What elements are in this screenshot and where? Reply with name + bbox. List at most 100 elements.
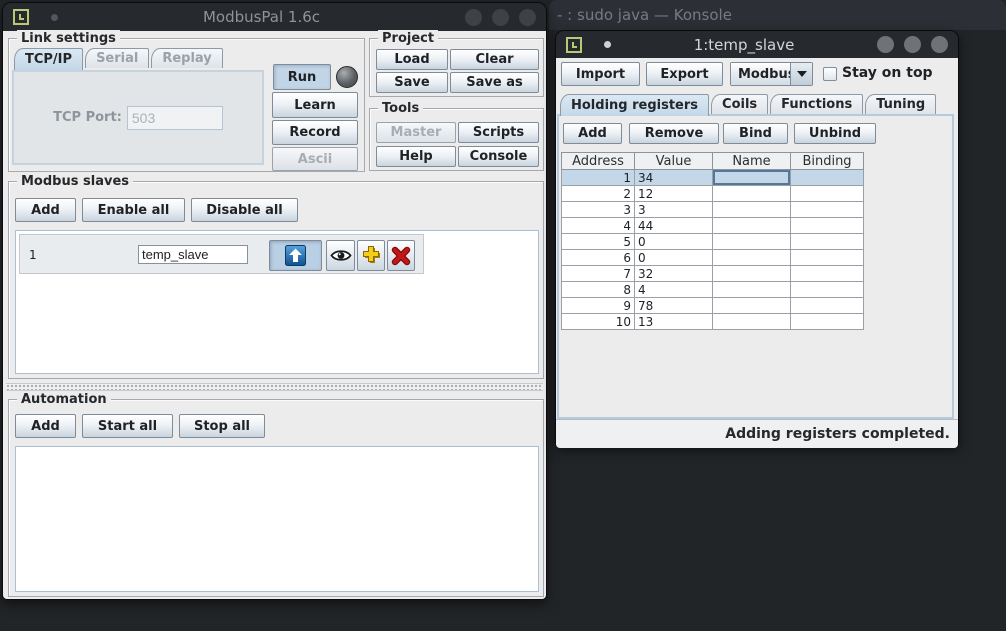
table-row[interactable]: 6 0: [562, 250, 864, 266]
cell-name[interactable]: [713, 234, 791, 250]
registers-table[interactable]: Address Value Name Binding 1 34: [561, 152, 864, 330]
close-button[interactable]: [931, 36, 948, 53]
table-row[interactable]: 9 78: [562, 298, 864, 314]
stay-on-top-checkbox[interactable]: [823, 67, 837, 81]
minimize-button[interactable]: [465, 9, 482, 26]
tab-functions[interactable]: Functions: [770, 94, 863, 114]
table-row[interactable]: 8 4: [562, 282, 864, 298]
cell-binding[interactable]: [791, 266, 864, 282]
add-register-button[interactable]: Add: [563, 123, 622, 144]
cell-address[interactable]: 5: [562, 234, 635, 250]
modbuspal-titlebar[interactable]: ModbusPal 1.6c: [3, 3, 546, 31]
cell-value[interactable]: 78: [635, 298, 713, 314]
cell-name[interactable]: [713, 250, 791, 266]
cell-address[interactable]: 8: [562, 282, 635, 298]
cell-name[interactable]: [713, 170, 791, 186]
table-row[interactable]: 7 32: [562, 266, 864, 282]
load-button[interactable]: Load: [376, 49, 448, 70]
tab-holding-registers[interactable]: Holding registers: [560, 94, 709, 116]
konsole-titlebar[interactable]: - : sudo java — Konsole: [549, 0, 1006, 30]
disable-all-button[interactable]: Disable all: [191, 198, 298, 222]
cell-value[interactable]: 0: [635, 250, 713, 266]
col-header-binding[interactable]: Binding: [791, 153, 864, 170]
save-as-button[interactable]: Save as: [450, 72, 539, 93]
cell-address[interactable]: 3: [562, 202, 635, 218]
cell-value[interactable]: 13: [635, 314, 713, 330]
cell-binding[interactable]: [791, 170, 864, 186]
table-header-row[interactable]: Address Value Name Binding: [562, 153, 864, 170]
master-button[interactable]: Master: [376, 122, 456, 143]
tcp-port-input[interactable]: [127, 106, 223, 130]
col-header-value[interactable]: Value: [635, 153, 713, 170]
cell-value[interactable]: 34: [635, 170, 713, 186]
table-row[interactable]: 4 44: [562, 218, 864, 234]
splitpane-divider[interactable]: [6, 383, 543, 391]
delete-slave-button[interactable]: [387, 240, 415, 271]
cell-binding[interactable]: [791, 202, 864, 218]
cell-binding[interactable]: [791, 298, 864, 314]
bind-button[interactable]: Bind: [723, 123, 788, 144]
cell-address[interactable]: 6: [562, 250, 635, 266]
table-row[interactable]: 3 3: [562, 202, 864, 218]
cell-address[interactable]: 1: [562, 170, 635, 186]
table-row[interactable]: 5 0: [562, 234, 864, 250]
slave-name-input[interactable]: [138, 245, 248, 264]
col-header-name[interactable]: Name: [713, 153, 791, 170]
cell-name[interactable]: [713, 282, 791, 298]
cell-binding[interactable]: [791, 282, 864, 298]
add-automation-btn[interactable]: Add: [15, 414, 76, 438]
save-button[interactable]: Save: [376, 72, 448, 93]
add-automation-button[interactable]: [357, 240, 385, 271]
help-button[interactable]: Help: [376, 146, 456, 167]
tab-tcpip[interactable]: TCP/IP: [14, 48, 83, 70]
run-toggle-button[interactable]: Run: [273, 64, 331, 90]
enable-slave-toggle[interactable]: [269, 240, 322, 271]
cell-address[interactable]: 10: [562, 314, 635, 330]
add-slave-button[interactable]: Add: [15, 198, 76, 222]
cell-value[interactable]: 4: [635, 282, 713, 298]
close-button[interactable]: [519, 9, 536, 26]
ascii-button[interactable]: Ascii: [272, 147, 358, 171]
table-row[interactable]: 2 12: [562, 186, 864, 202]
clear-button[interactable]: Clear: [450, 49, 539, 70]
cell-binding[interactable]: [791, 218, 864, 234]
slave-titlebar[interactable]: 1:temp_slave: [556, 31, 958, 58]
enable-all-button[interactable]: Enable all: [82, 198, 185, 222]
maximize-button[interactable]: [492, 9, 509, 26]
cell-name[interactable]: [713, 266, 791, 282]
cell-address[interactable]: 4: [562, 218, 635, 234]
maximize-button[interactable]: [904, 36, 921, 53]
record-button[interactable]: Record: [272, 120, 358, 145]
tab-tuning[interactable]: Tuning: [865, 94, 936, 114]
table-row[interactable]: 10 13: [562, 314, 864, 330]
view-slave-button[interactable]: [326, 240, 355, 271]
start-all-button[interactable]: Start all: [82, 414, 173, 438]
chevron-down-icon[interactable]: [790, 63, 812, 85]
minimize-button[interactable]: [877, 36, 894, 53]
slave-row[interactable]: 1: [19, 234, 424, 274]
cell-value[interactable]: 3: [635, 202, 713, 218]
modbus-implementation-combobox[interactable]: Modbus: [730, 62, 813, 86]
stop-all-button[interactable]: Stop all: [179, 414, 265, 438]
cell-value[interactable]: 0: [635, 234, 713, 250]
cell-binding[interactable]: [791, 186, 864, 202]
scripts-button[interactable]: Scripts: [458, 122, 539, 143]
import-button[interactable]: Import: [561, 62, 640, 86]
col-header-address[interactable]: Address: [562, 153, 635, 170]
remove-register-button[interactable]: Remove: [629, 123, 719, 144]
learn-button[interactable]: Learn: [272, 92, 358, 118]
cell-value[interactable]: 44: [635, 218, 713, 234]
cell-binding[interactable]: [791, 250, 864, 266]
cell-name[interactable]: [713, 202, 791, 218]
cell-value[interactable]: 12: [635, 186, 713, 202]
tab-coils[interactable]: Coils: [711, 94, 768, 114]
tab-replay[interactable]: Replay: [151, 48, 222, 68]
cell-value[interactable]: 32: [635, 266, 713, 282]
cell-binding[interactable]: [791, 234, 864, 250]
unbind-button[interactable]: Unbind: [794, 123, 876, 144]
cell-name[interactable]: [713, 314, 791, 330]
cell-address[interactable]: 9: [562, 298, 635, 314]
table-row[interactable]: 1 34: [562, 170, 864, 186]
cell-name[interactable]: [713, 298, 791, 314]
export-button[interactable]: Export: [646, 62, 723, 86]
